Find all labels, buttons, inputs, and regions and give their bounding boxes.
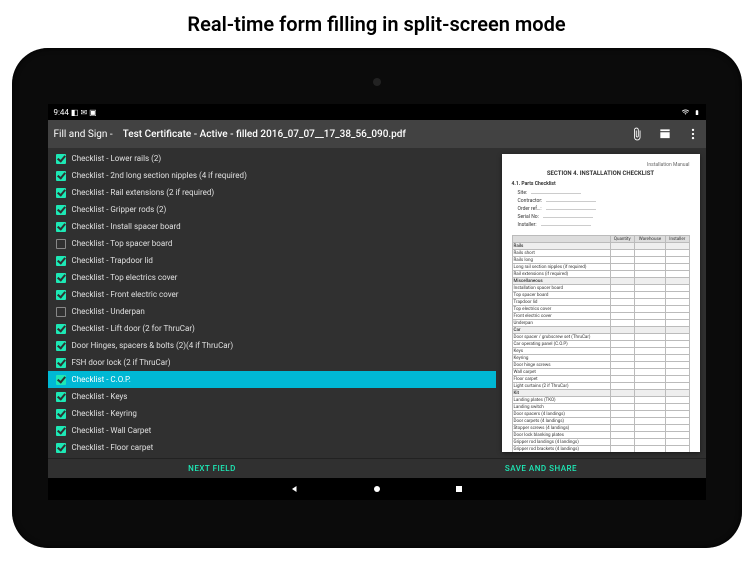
checkbox[interactable] — [56, 341, 66, 351]
device-screen: 9:44 ◧ ✉ ▣ Fill and Sign - Test Certific… — [48, 104, 706, 500]
checklist[interactable]: Checklist - Lower rails (2) Checklist - 2… — [48, 148, 496, 458]
doc-field: Site: — [518, 189, 690, 197]
list-item[interactable]: Checklist - Front electric cover — [48, 286, 496, 303]
nav-back-icon[interactable] — [289, 483, 301, 495]
doc-manual-label: Installation Manual — [512, 162, 690, 168]
list-item[interactable]: Checklist - Keys — [48, 388, 496, 405]
appbar-actions — [630, 127, 700, 141]
preview-pane: Installation Manual SECTION 4. INSTALLAT… — [496, 148, 706, 458]
list-item[interactable]: Checklist - C.O.P. — [48, 371, 496, 388]
status-time: 9:44 — [54, 108, 69, 117]
list-item-label: Checklist - Gripper rods (2) — [72, 205, 167, 214]
battery-icon — [694, 108, 700, 117]
checkbox[interactable] — [56, 273, 66, 283]
nav-recent-icon[interactable] — [453, 483, 465, 495]
status-bar: 9:44 ◧ ✉ ▣ — [48, 104, 706, 120]
list-item[interactable]: Checklist - Floor carpet — [48, 439, 496, 456]
checkbox[interactable] — [56, 324, 66, 334]
checkbox[interactable] — [56, 256, 66, 266]
checklist-pane: Checklist - Lower rails (2) Checklist - 2… — [48, 148, 496, 458]
list-item[interactable]: Checklist - Gripper rods (2) — [48, 201, 496, 218]
checkbox[interactable] — [56, 290, 66, 300]
list-item[interactable]: Checklist - Install spacer board — [48, 218, 496, 235]
checkbox[interactable] — [56, 426, 66, 436]
list-item[interactable]: Checklist - Wall Carpet — [48, 422, 496, 439]
doc-subtitle: 4.1. Parts Checklist — [512, 181, 690, 187]
doc-table: QuantityWarehouseInstallerRailsRails sho… — [512, 235, 690, 452]
list-item-label: Checklist - Top electrics cover — [72, 273, 178, 282]
list-item-label: Checklist - Lift door (2 for ThruCar) — [72, 324, 195, 333]
list-item-label: Checklist - Keyring — [72, 409, 137, 418]
list-item[interactable]: Door Hinges, spacers & bolts (2)(4 if Th… — [48, 337, 496, 354]
checkbox[interactable] — [56, 443, 66, 453]
appbar-filename: Test Certificate - Active - filled 2016_… — [123, 129, 620, 140]
camera-dot — [373, 78, 381, 86]
status-notif-icons: ◧ ✉ ▣ — [71, 108, 97, 117]
checkbox[interactable] — [56, 222, 66, 232]
list-item-label: Door Hinges, spacers & bolts (2)(4 if Th… — [72, 341, 234, 350]
list-item-label: Checklist - Floor carpet — [72, 443, 154, 452]
appbar-prefix: Fill and Sign - — [54, 129, 113, 140]
doc-field: Serial No: — [518, 213, 690, 221]
list-item[interactable]: FSH door lock (2 if ThruCar) — [48, 354, 496, 371]
checkbox[interactable] — [56, 171, 66, 181]
checkbox[interactable] — [56, 392, 66, 402]
list-item-label: Checklist - Top spacer board — [72, 239, 173, 248]
checkbox[interactable] — [56, 307, 66, 317]
save-share-button[interactable]: SAVE AND SHARE — [377, 459, 706, 478]
tablet-frame: 9:44 ◧ ✉ ▣ Fill and Sign - Test Certific… — [12, 48, 742, 548]
list-item-label: FSH door lock (2 if ThruCar) — [72, 358, 171, 367]
list-item[interactable]: Checklist - Lower rails (2) — [48, 150, 496, 167]
list-item[interactable]: Checklist - Top electrics cover — [48, 269, 496, 286]
bottom-actions: NEXT FIELD SAVE AND SHARE — [48, 458, 706, 478]
list-item[interactable]: Checklist - Top spacer board — [48, 235, 496, 252]
list-item-label: Checklist - C.O.P. — [72, 375, 131, 384]
checkbox[interactable] — [56, 188, 66, 198]
doc-field: Order ref…: — [518, 205, 690, 213]
document-icon[interactable] — [658, 127, 672, 141]
list-item[interactable]: Checklist - Keyring — [48, 405, 496, 422]
list-item[interactable]: Checklist - Rail extensions (2 if requir… — [48, 184, 496, 201]
list-item-label: Checklist - 2nd long section nipples (4 … — [72, 171, 247, 180]
app-bar: Fill and Sign - Test Certificate - Activ… — [48, 120, 706, 148]
doc-fields: Site:Contractor:Order ref…:Serial No:Ins… — [518, 189, 690, 229]
doc-title: SECTION 4. INSTALLATION CHECKLIST — [512, 170, 690, 177]
list-item-label: Checklist - Front electric cover — [72, 290, 179, 299]
checkbox[interactable] — [56, 154, 66, 164]
checkbox[interactable] — [56, 205, 66, 215]
status-left: 9:44 ◧ ✉ ▣ — [54, 108, 97, 117]
checkbox[interactable] — [56, 358, 66, 368]
list-item-label: Checklist - Underpan — [72, 307, 145, 316]
next-field-button[interactable]: NEXT FIELD — [48, 459, 377, 478]
list-item[interactable]: Checklist - Trapdoor lid — [48, 252, 496, 269]
page-caption: Real-time form filling in split-screen m… — [0, 0, 753, 40]
list-item-label: Checklist - Wall Carpet — [72, 426, 152, 435]
list-item-label: Checklist - Rail extensions (2 if requir… — [72, 188, 215, 197]
checkbox[interactable] — [56, 375, 66, 385]
checkbox[interactable] — [56, 239, 66, 249]
status-right — [681, 108, 700, 117]
more-vert-icon[interactable] — [686, 127, 700, 141]
doc-field: Contractor: — [518, 197, 690, 205]
list-item[interactable]: Checklist - 2nd long section nipples (4 … — [48, 167, 496, 184]
doc-field: Installer: — [518, 221, 690, 229]
document-preview[interactable]: Installation Manual SECTION 4. INSTALLAT… — [502, 154, 700, 452]
list-item[interactable]: Checklist - Lift door (2 for ThruCar) — [48, 320, 496, 337]
list-item-label: Checklist - Trapdoor lid — [72, 256, 153, 265]
checkbox[interactable] — [56, 409, 66, 419]
list-item-label: Checklist - Keys — [72, 392, 128, 401]
nav-home-icon[interactable] — [371, 483, 383, 495]
list-item[interactable]: Checklist - Underpan — [48, 303, 496, 320]
split-content: Checklist - Lower rails (2) Checklist - 2… — [48, 148, 706, 458]
attachment-icon[interactable] — [630, 127, 644, 141]
list-item-label: Checklist - Lower rails (2) — [72, 154, 162, 163]
nav-bar — [48, 478, 706, 500]
list-item-label: Checklist - Install spacer board — [72, 222, 181, 231]
wifi-icon — [681, 108, 690, 116]
